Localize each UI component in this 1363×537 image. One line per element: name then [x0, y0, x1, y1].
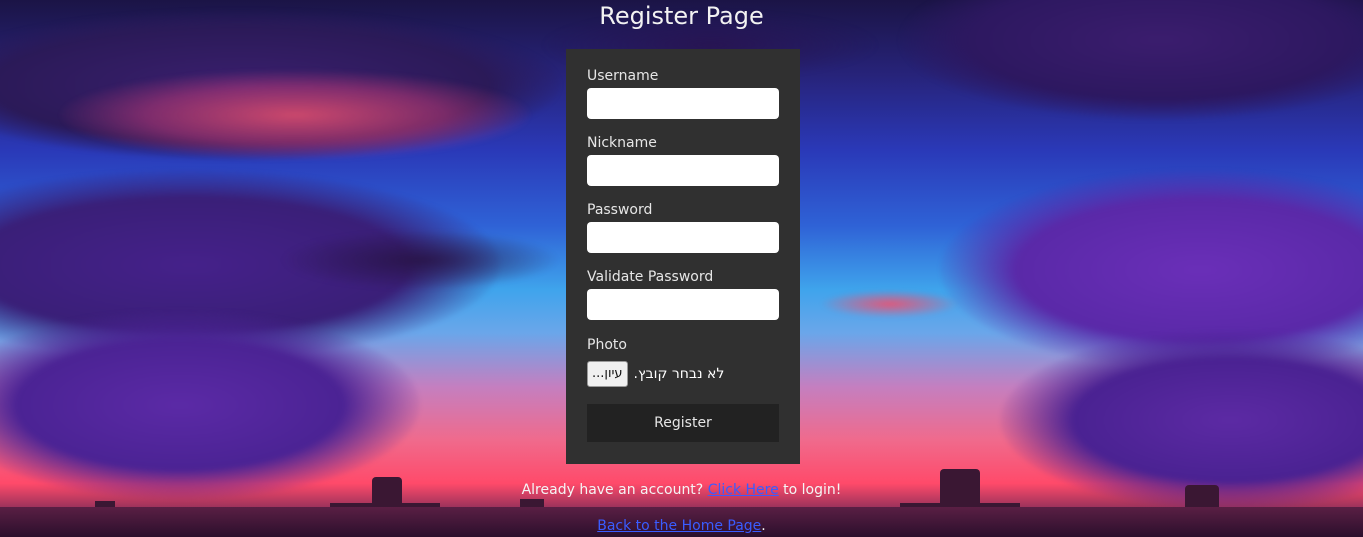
validate-password-input[interactable]	[587, 289, 779, 320]
login-prompt: Already have an account? Click Here to l…	[0, 482, 1363, 498]
register-button[interactable]: Register	[587, 404, 779, 442]
file-status-text: לא נבחר קובץ.	[633, 366, 725, 382]
login-link[interactable]: Click Here	[708, 482, 779, 498]
home-prompt: Back to the Home Page.	[0, 518, 1363, 534]
browse-file-button[interactable]: עיון...	[587, 361, 628, 387]
register-form: Username Nickname Password Validate Pass…	[566, 49, 800, 464]
photo-file-picker: עיון... לא נבחר קובץ.	[587, 360, 779, 388]
cloud	[280, 230, 560, 290]
password-label: Password	[587, 202, 653, 218]
password-input[interactable]	[587, 222, 779, 253]
nickname-input[interactable]	[587, 155, 779, 186]
login-suffix-text: to login!	[783, 482, 842, 498]
login-prefix-text: Already have an account?	[521, 482, 704, 498]
username-label: Username	[587, 68, 659, 84]
page-title: Register Page	[599, 2, 764, 30]
home-link[interactable]: Back to the Home Page	[597, 518, 761, 534]
photo-label: Photo	[587, 337, 627, 353]
cloud	[820, 290, 960, 318]
home-suffix-text: .	[761, 518, 766, 534]
validate-password-label: Validate Password	[587, 269, 714, 285]
nickname-label: Nickname	[587, 135, 657, 151]
cloud	[60, 70, 530, 160]
username-input[interactable]	[587, 88, 779, 119]
